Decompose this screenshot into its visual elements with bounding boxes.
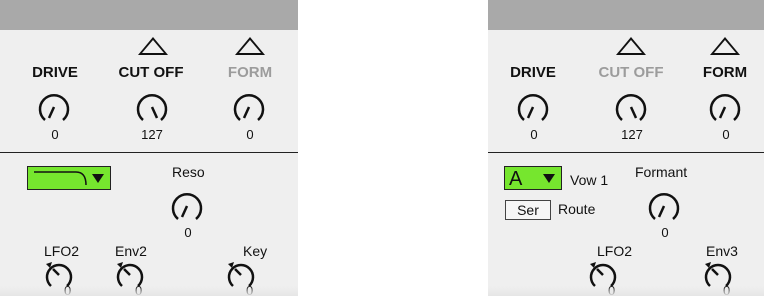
vowel-dropdown[interactable]: A [504,166,562,190]
route-label: Route [558,201,596,217]
dropdown-arrow-icon [92,174,104,183]
panel-title-bar [488,0,764,30]
form-value: 0 [246,127,254,142]
formant-value: 0 [661,225,669,240]
form-label: FORM [702,64,748,81]
reso-value: 0 [184,225,192,240]
section-divider [0,152,298,153]
filter-type-dropdown[interactable] [27,166,111,190]
lfo2-label: LFO2 [44,243,80,259]
drive-knob-icon[interactable] [516,90,550,124]
key-label: Key [243,243,268,259]
panel-title-bar [0,0,298,30]
formant-label: Formant [635,164,688,180]
cutoff-value: 127 [621,127,643,142]
lfo2-label: LFO2 [597,243,633,259]
env2-label: Env2 [115,243,147,259]
reso-label: Reso [172,164,205,180]
form-knob-icon[interactable] [232,90,266,124]
drive-knob-icon[interactable] [37,90,71,124]
filter-shape-icon [34,171,87,186]
left-filter-panel: DRIVE CUT OFF FORM 0 127 0 Reso 0 LFO2 0 [0,0,298,298]
vowel-value: A [509,168,523,190]
vowel-label: Vow 1 [570,172,609,188]
reso-knob-icon[interactable] [170,189,204,223]
cutoff-up-triangle-icon[interactable] [138,37,168,55]
formant-knob-icon[interactable] [647,189,681,223]
cutoff-knob-icon[interactable] [614,90,648,124]
cutoff-label: CUT OFF [118,64,184,81]
right-filter-panel: DRIVE CUT OFF FORM 0 127 0 A Vow 1 Ser R… [488,0,764,298]
dropdown-arrow-icon [543,174,555,183]
form-knob-icon[interactable] [708,90,742,124]
cutoff-value: 127 [141,127,163,142]
form-value: 0 [722,127,730,142]
bottom-fade [488,286,764,296]
drive-value: 0 [51,127,59,142]
form-label: FORM [227,64,273,81]
form-up-triangle-icon[interactable] [235,37,265,55]
drive-label: DRIVE [32,64,78,81]
drive-value: 0 [530,127,538,142]
drive-label: DRIVE [510,64,556,81]
route-ser-button[interactable]: Ser [505,200,551,220]
form-up-triangle-icon[interactable] [710,37,740,55]
env3-label: Env3 [706,243,738,259]
cutoff-label: CUT OFF [598,64,664,81]
cutoff-up-triangle-icon[interactable] [616,37,646,55]
bottom-fade [0,286,298,296]
cutoff-knob-icon[interactable] [135,90,169,124]
section-divider [488,152,764,153]
